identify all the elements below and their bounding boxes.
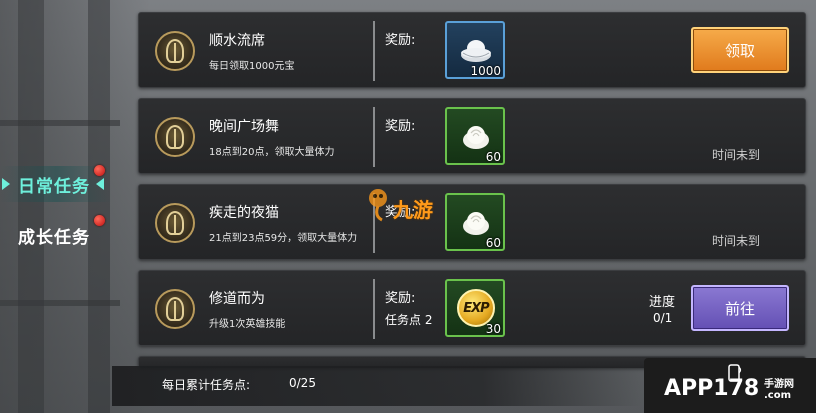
status-text: 时间未到 [712,148,761,162]
daily-points-value: 0/25 [289,376,316,390]
claim-button[interactable]: 领取 [691,27,789,73]
divider [373,279,375,339]
reward-count: 60 [485,150,501,164]
divider [373,21,375,81]
task-title: 晚间广场舞 [209,119,279,135]
tab-arrow-left-icon [96,178,104,190]
task-description: 每日领取1000元宝 [209,61,295,72]
reward-item-slot[interactable]: 60 [445,107,505,165]
task-points-label: 任务点 2 [385,313,433,327]
watermark-text: 九游 [393,198,433,222]
reward-item-slot[interactable]: 1000 [445,21,505,79]
silver-ingot-icon [461,40,491,62]
task-description: 升级1次英雄技能 [209,319,286,330]
reward-item-slot[interactable]: EXP 30 [445,279,505,337]
task-emblem-icon [155,289,195,329]
task-row: 顺水流席 每日领取1000元宝 奖励: 1000 领取 [138,12,806,88]
steamed-bun-icon [463,212,489,235]
task-row: 晚间广场舞 18点到20点，领取大量体力 奖励: 60 时间未到 [138,98,806,174]
task-title: 疾走的夜猫 [209,205,279,221]
progress-label: 进度 [649,295,676,310]
left-shade [0,0,150,413]
task-description: 18点到20点，领取大量体力 [209,147,335,158]
go-button[interactable]: 前往 [691,285,789,331]
reward-count: 60 [485,236,501,250]
task-description: 21点到23点59分，领取大量体力 [209,233,358,244]
notification-dot-icon [94,215,105,226]
task-title: 修道而为 [209,291,265,307]
task-emblem-icon [155,117,195,157]
reward-label: 奖励: [385,119,416,134]
status-text: 时间未到 [712,234,761,248]
task-row: 疾走的夜猫 21点到23点59分，领取大量体力 奖励: 60 时间未到 [138,184,806,260]
reward-label: 奖励: [385,33,416,48]
task-emblem-icon [155,31,195,71]
divider [373,107,375,167]
notification-dot-icon [94,165,105,176]
progress-value: 0/1 [653,311,673,325]
steamed-bun-icon [463,126,489,149]
tab-label: 日常任务 [18,176,90,197]
task-title: 顺水流席 [209,33,265,49]
watermark-brand: APP178 [664,376,760,401]
reward-count: 30 [485,322,501,336]
task-row: 修道而为 升级1次英雄技能 奖励: 任务点 2 EXP 30 进度 0/1 前往 [138,270,806,346]
watermark-domain: .com [764,390,792,401]
task-emblem-icon [155,203,195,243]
reward-label: 奖励: [385,291,416,306]
watermark-sub: 手游网 [764,379,794,390]
daily-points-label: 每日累计任务点: [162,378,251,392]
tab-label: 成长任务 [18,227,90,248]
reward-count: 1000 [470,64,501,78]
tab-arrow-right-icon [2,178,10,190]
